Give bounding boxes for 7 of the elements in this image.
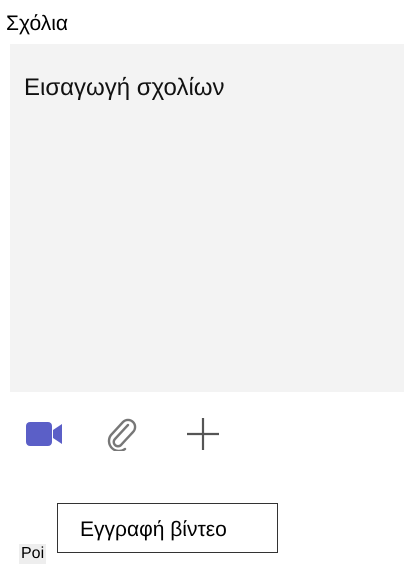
comments-label: Σχόλια xyxy=(6,12,68,36)
field-label: Poi xyxy=(19,544,46,564)
comment-input-field[interactable]: Εισαγωγή σχολίων xyxy=(10,44,404,392)
tooltip: Εγγραφή βίντεο xyxy=(57,503,278,553)
video-camera-icon[interactable] xyxy=(26,421,64,447)
plus-icon[interactable] xyxy=(186,417,220,451)
paperclip-icon[interactable] xyxy=(106,417,138,451)
